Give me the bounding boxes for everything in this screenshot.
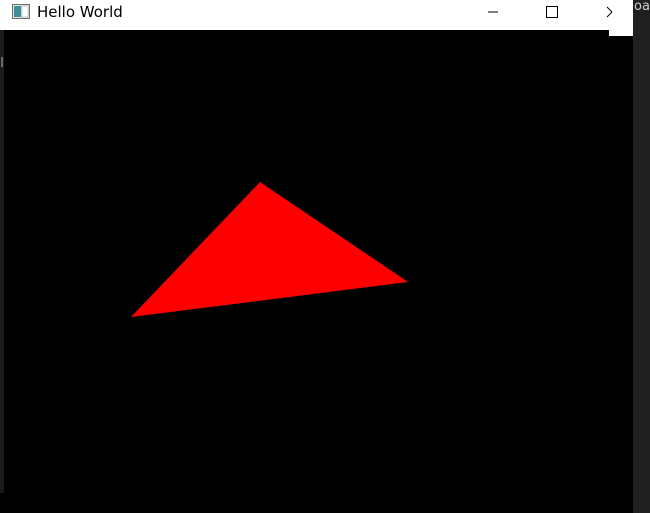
title-bar-corner [609,29,633,36]
background-window-text: oad [634,0,650,14]
desktop: oad Hello World [0,0,650,513]
render-surface[interactable] [4,30,609,513]
close-icon [606,6,613,18]
minimize-icon [488,11,498,13]
minimize-button[interactable] [470,0,516,24]
maximize-icon [546,6,558,18]
scene-canvas [4,30,609,513]
window-title: Hello World [37,3,123,21]
close-button[interactable] [586,0,632,24]
app-icon [12,4,30,19]
resize-grip [1,57,3,67]
app-window: Hello World [0,0,633,513]
background-window-edge: oad [633,0,650,513]
maximize-button[interactable] [529,0,575,24]
